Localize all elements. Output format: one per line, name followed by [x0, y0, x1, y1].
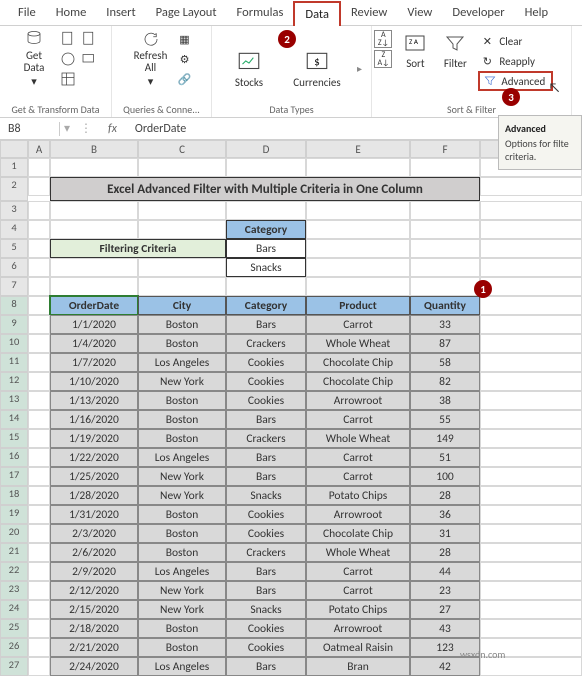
refresh-label: Refresh All — [134, 50, 168, 74]
doc-icon[interactable] — [59, 30, 77, 48]
tab-home[interactable]: Home — [46, 1, 97, 24]
funnel-icon — [483, 74, 497, 88]
sort-az-button[interactable]: AZ↓ — [374, 30, 392, 48]
conn-icon[interactable]: ▦ — [176, 30, 194, 48]
worksheet-grid[interactable]: ABCDEF12Excel Advanced Filter with Multi… — [0, 140, 582, 676]
get-data-button[interactable]: Get Data▾ — [13, 28, 55, 88]
tab-file[interactable]: File — [8, 1, 46, 24]
stocks-button[interactable]: Stocks — [221, 47, 277, 89]
currencies-label: Currencies — [293, 77, 340, 89]
currencies-button[interactable]: $ Currencies — [287, 47, 347, 89]
formula-bar: B8 ▾ ⋮ fx OrderDate — [0, 118, 582, 140]
clear-button[interactable]: ✕Clear — [478, 32, 568, 50]
group-label-sortfilter: Sort & Filter — [447, 103, 496, 117]
existing-icon[interactable] — [80, 50, 98, 68]
get-data-label: Get Data — [24, 50, 45, 74]
tab-review[interactable]: Review — [341, 1, 397, 24]
sort-label: Sort — [406, 58, 424, 70]
fx-icon[interactable]: fx — [98, 122, 127, 136]
filter-label: Filter — [444, 58, 467, 70]
tab-help[interactable]: Help — [515, 1, 558, 24]
tab-developer[interactable]: Developer — [442, 1, 514, 24]
prop-icon[interactable]: ⚙ — [176, 50, 194, 68]
stocks-label: Stocks — [235, 77, 263, 89]
tooltip-title: Advanced — [505, 122, 575, 135]
link-icon[interactable]: 🔗 — [176, 70, 194, 88]
tab-insert[interactable]: Insert — [96, 1, 145, 24]
advanced-button[interactable]: Advanced — [478, 71, 553, 91]
currencies-icon: $ — [304, 49, 330, 75]
ribbon-tabs: File Home Insert Page Layout Formulas Da… — [0, 0, 582, 26]
tab-formulas[interactable]: Formulas — [227, 1, 294, 24]
tooltip-advanced: Advanced Options for filte criteria. — [498, 115, 582, 170]
group-label-queries: Queries & Conne... — [123, 103, 200, 117]
svg-text:$: $ — [314, 56, 320, 69]
tooltip-body: Options for filte criteria. — [505, 137, 575, 163]
reapply-icon: ↻ — [478, 52, 496, 70]
refresh-icon — [142, 30, 160, 48]
database-icon — [25, 30, 43, 48]
tab-view[interactable]: View — [397, 1, 442, 24]
tab-data[interactable]: Data — [293, 1, 341, 26]
stocks-icon — [236, 49, 262, 75]
reapply-button[interactable]: ↻Reapply — [478, 52, 568, 70]
sort-icon: Z A — [403, 32, 427, 56]
doc2-icon[interactable] — [80, 30, 98, 48]
clear-icon: ✕ — [478, 32, 496, 50]
sort-za-icon: ZA↓ — [374, 50, 392, 68]
table-icon[interactable] — [59, 70, 77, 88]
group-label-transform: Get & Transform Data — [11, 103, 99, 117]
callout-3: 3 — [502, 88, 520, 106]
name-box[interactable]: B8 — [0, 122, 60, 136]
callout-1: 1 — [474, 280, 492, 298]
watermark: wsxdn.com — [460, 648, 505, 661]
group-label-datatypes: Data Types — [269, 103, 313, 117]
formula-text[interactable]: OrderDate — [127, 122, 186, 136]
sort-button[interactable]: Z A Sort — [398, 30, 432, 70]
svg-text:Z A: Z A — [409, 37, 419, 46]
cursor-icon: ↖ — [548, 79, 560, 96]
tab-pagelayout[interactable]: Page Layout — [146, 1, 227, 24]
web-icon[interactable] — [59, 50, 77, 68]
refresh-all-button[interactable]: Refresh All▾ — [130, 28, 172, 88]
advanced-label: Advanced — [501, 75, 545, 88]
dropdown-icon[interactable]: ▾ — [60, 121, 74, 136]
sort-az-icon: AZ↓ — [374, 30, 392, 48]
filter-icon — [443, 32, 467, 56]
callout-2: 2 — [278, 30, 296, 48]
sort-za-button[interactable]: ZA↓ — [374, 50, 392, 68]
filter-button[interactable]: Filter — [438, 30, 472, 70]
